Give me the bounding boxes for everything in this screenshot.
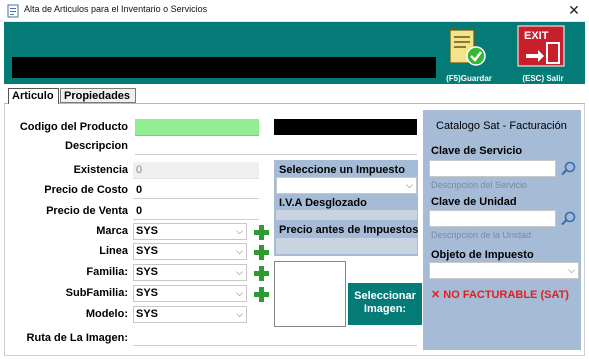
codigo-label: Codigo del Producto [19, 121, 128, 133]
search-icon[interactable] [557, 210, 579, 227]
subfamilia-value: SYS [136, 287, 159, 299]
iva-field[interactable] [276, 210, 417, 220]
precio-antes-field[interactable] [276, 238, 417, 254]
add-subfamilia-icon[interactable] [253, 286, 270, 303]
impuesto-select[interactable]: ⌵ [276, 177, 417, 194]
search-icon[interactable] [557, 160, 579, 177]
linea-label: Linea [99, 245, 128, 257]
codigo-display [274, 119, 417, 135]
modelo-label: Modelo: [85, 308, 128, 320]
linea-value: SYS [136, 245, 159, 257]
app-icon [7, 4, 19, 18]
precio-costo-input[interactable]: 0 [133, 182, 259, 199]
select-image-button[interactable]: Seleccionar Imagen: [348, 283, 422, 325]
subfamilia-label: SubFamilia: [65, 287, 128, 299]
image-preview [274, 261, 346, 327]
x-icon: ✕ [431, 289, 441, 301]
marca-label: Marca [96, 225, 128, 237]
add-familia-icon[interactable] [253, 265, 270, 282]
iva-label: I.V.A Desglozado [279, 197, 367, 209]
tab-articulo[interactable]: Articulo [8, 88, 59, 104]
precio-costo-label: Precio de Costo [44, 184, 128, 196]
desc-servicio-label: Descripcion del Servicio [431, 180, 528, 190]
no-facturable-text: NO FACTURABLE (SAT) [443, 289, 569, 301]
familia-value: SYS [136, 266, 159, 278]
precio-venta-label: Precio de Venta [46, 205, 128, 217]
tab-propiedades[interactable]: Propiedades [60, 88, 136, 103]
descripcion-input[interactable] [135, 138, 417, 155]
save-icon [449, 27, 486, 66]
descripcion-label: Descripcion [65, 140, 128, 152]
exit-icon: EXIT [517, 25, 565, 67]
exit-button[interactable]: EXIT (ESC) Salir [512, 22, 574, 84]
exit-label: (ESC) Salir [522, 74, 564, 83]
exit-sign-text: EXIT [524, 30, 549, 42]
marca-select[interactable]: SYS ⌵ [133, 223, 247, 240]
chevron-down-icon: ⌵ [236, 267, 243, 277]
ruta-imagen-input[interactable] [133, 329, 417, 346]
clave-unidad-input[interactable] [429, 210, 556, 227]
chevron-down-icon: ⌵ [568, 265, 575, 275]
objeto-impuesto-select[interactable]: ⌵ [429, 262, 579, 279]
subfamilia-select[interactable]: SYS ⌵ [133, 285, 247, 302]
modelo-value: SYS [136, 308, 159, 320]
ruta-imagen-label: Ruta de La Imagen: [26, 332, 128, 344]
close-icon[interactable]: ✕ [563, 1, 585, 19]
clave-servicio-label: Clave de Servicio [431, 145, 523, 157]
impuesto-title: Seleccione un Impuesto [279, 164, 405, 176]
codigo-input[interactable] [135, 119, 259, 136]
add-marca-icon[interactable] [253, 224, 270, 241]
header-display [12, 57, 436, 78]
precio-antes-label: Precio antes de Impuestos [279, 224, 419, 236]
existencia-input[interactable]: 0 [133, 162, 259, 179]
familia-label: Familia: [86, 266, 128, 278]
linea-select[interactable]: SYS ⌵ [133, 243, 247, 260]
title-bar: Alta de Articulos para el Inventario o S… [0, 0, 589, 22]
chevron-down-icon: ⌵ [236, 309, 243, 319]
familia-select[interactable]: SYS ⌵ [133, 264, 247, 281]
existencia-label: Existencia [73, 164, 128, 176]
chevron-down-icon: ⌵ [406, 180, 413, 190]
clave-servicio-input[interactable] [429, 160, 556, 177]
objeto-impuesto-label: Objeto de Impuesto [431, 249, 534, 261]
window-title: Alta de Articulos para el Inventario o S… [24, 4, 208, 14]
precio-venta-input[interactable]: 0 [133, 203, 259, 220]
chevron-down-icon: ⌵ [236, 226, 243, 236]
save-button[interactable]: (F5)Guardar [441, 22, 497, 84]
chevron-down-icon: ⌵ [236, 288, 243, 298]
save-label: (F5)Guardar [446, 74, 492, 83]
chevron-down-icon: ⌵ [236, 246, 243, 256]
no-facturable-status: ✕ NO FACTURABLE (SAT) [431, 288, 569, 301]
modelo-select[interactable]: SYS ⌵ [133, 306, 247, 323]
marca-value: SYS [136, 225, 159, 237]
sat-title: Catalogo Sat - Facturación [436, 120, 567, 132]
desc-unidad-label: Descripcion de la Unidad [431, 230, 532, 240]
clave-unidad-label: Clave de Unidad [431, 196, 517, 208]
add-linea-icon[interactable] [253, 244, 270, 261]
